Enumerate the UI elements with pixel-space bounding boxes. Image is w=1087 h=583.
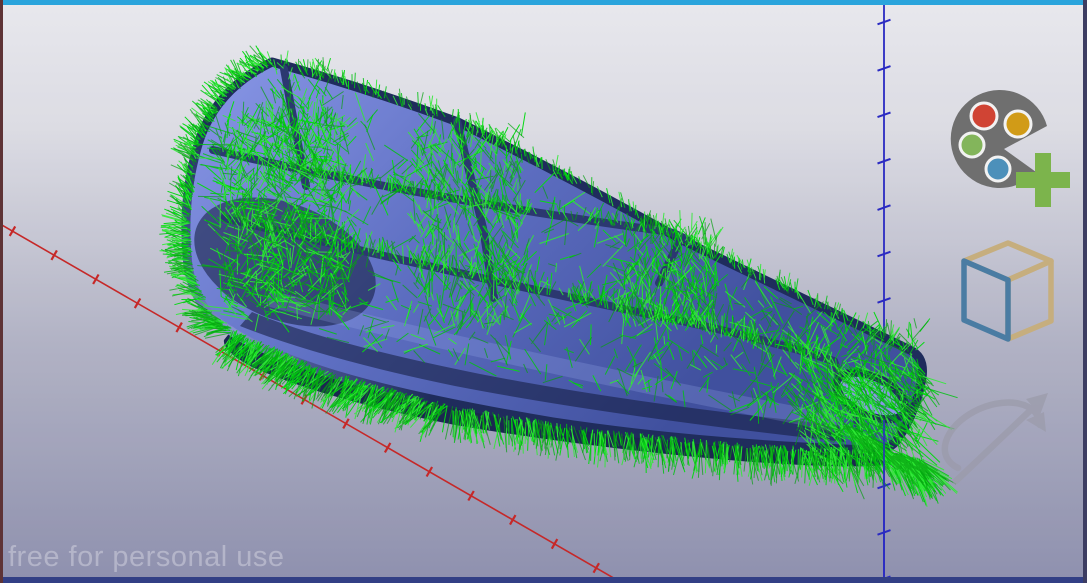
palette-blue-dot <box>984 155 1012 183</box>
palette-gold-dot <box>1003 109 1033 139</box>
palette-red-dot <box>969 101 999 131</box>
viewport-3d[interactable]: free for personal use <box>0 0 1087 583</box>
right-window-border <box>1083 0 1087 583</box>
palette-green-dot <box>958 131 986 159</box>
top-accent-bar <box>0 0 1087 5</box>
scene-canvas[interactable]: free for personal use <box>0 0 1087 583</box>
bottom-accent-bar <box>0 577 1087 583</box>
watermark-text: free for personal use <box>8 541 284 573</box>
left-window-border <box>0 0 3 583</box>
